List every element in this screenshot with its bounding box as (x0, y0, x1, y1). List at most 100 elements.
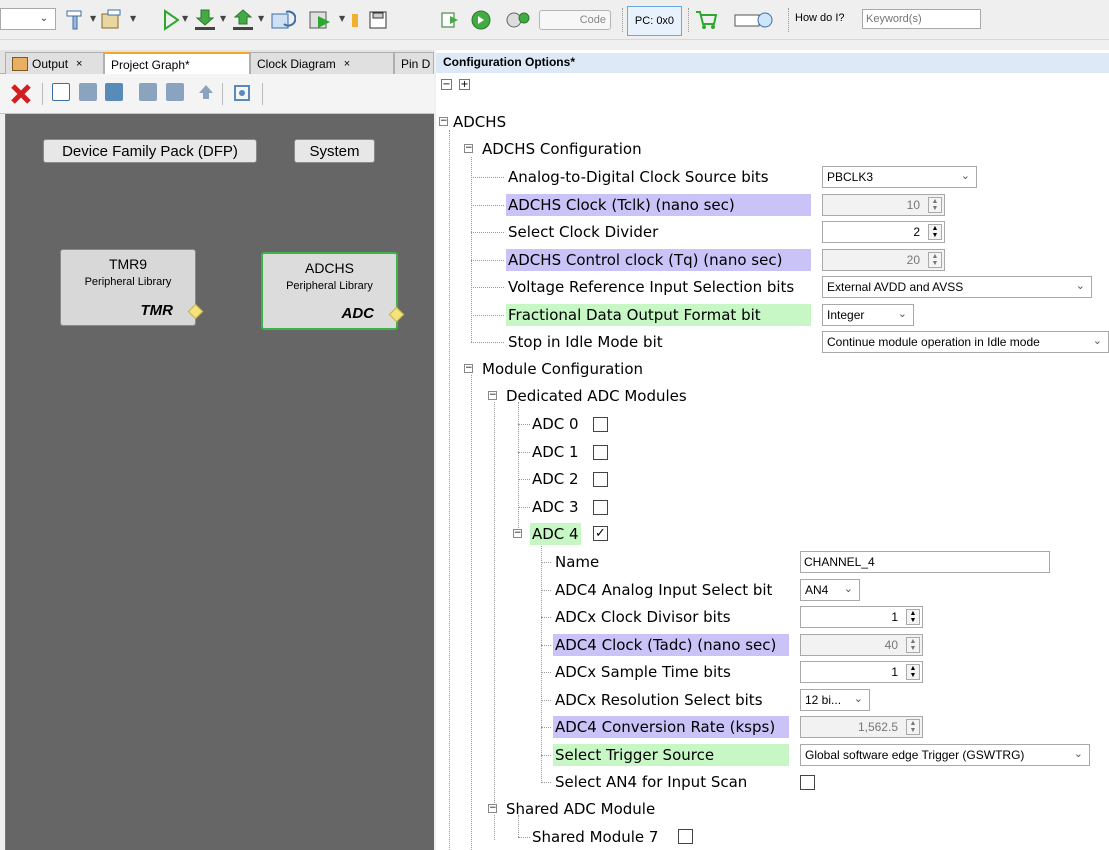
tree-node-module-configuration[interactable]: Module Configuration (482, 358, 643, 380)
program-download-icon[interactable] (193, 8, 217, 32)
spinner-arrows-icon[interactable]: ▲ ▼ (906, 664, 920, 680)
step-into-icon[interactable] (440, 8, 462, 32)
dropdown-arrow-icon[interactable]: ▼ (339, 14, 345, 23)
adc-enable-checkbox[interactable] (593, 417, 608, 432)
expand-all-button[interactable]: + (459, 79, 470, 90)
collapse-toggle[interactable]: − (439, 117, 448, 126)
configuration-combo[interactable]: ⌄ (0, 8, 56, 30)
spinner-arrows-icon[interactable]: ▲ ▼ (928, 196, 942, 213)
tree-node-adc[interactable]: ADC 0 (532, 413, 579, 435)
chip-web-icon[interactable] (733, 8, 773, 32)
ungroup-icon[interactable] (139, 83, 157, 101)
tree-root-adchs[interactable]: ADCHS (453, 111, 506, 133)
connector-pin-icon[interactable] (187, 303, 204, 320)
tree-line (541, 672, 551, 673)
save-icon[interactable] (368, 8, 388, 32)
graph-canvas[interactable]: Device Family Pack (DFP) System TMR9 Per… (5, 114, 434, 850)
collapse-toggle[interactable]: − (513, 529, 522, 538)
spinner-arrows-icon[interactable]: ▲ ▼ (928, 224, 942, 240)
collapse-icon[interactable] (166, 83, 184, 101)
tree-label: ADCHS (453, 113, 507, 131)
build-hammer-icon[interactable] (64, 8, 88, 32)
tree-node-adc[interactable]: ADC 1 (532, 441, 579, 463)
dropdown-arrow-icon[interactable]: ▼ (130, 14, 136, 23)
close-icon[interactable]: × (344, 58, 350, 70)
tree-node-adc4[interactable]: ADC 4 (530, 523, 581, 545)
setting-select[interactable]: PBCLK3 ⌄ (822, 166, 977, 188)
adc-enable-checkbox[interactable] (593, 472, 608, 487)
connector-pin-icon[interactable] (388, 306, 405, 323)
chevron-down-icon: ⌄ (843, 582, 853, 595)
tree-node-adchs-configuration[interactable]: ADCHS Configuration (482, 138, 642, 160)
setting-spinner[interactable]: 10 ▲ ▼ (822, 193, 945, 216)
debug-icon[interactable] (306, 8, 334, 32)
close-icon[interactable]: × (76, 58, 82, 70)
system-button[interactable]: System (294, 139, 375, 163)
spinner-arrows-icon[interactable]: ▲ ▼ (928, 251, 942, 268)
collapse-toggle[interactable]: − (464, 144, 473, 153)
run-icon[interactable] (162, 8, 180, 32)
tab-clock-diagram[interactable]: Clock Diagram × (250, 52, 394, 74)
tab-output[interactable]: Output × (5, 52, 104, 74)
dropdown-arrow-icon[interactable]: ▼ (258, 14, 264, 23)
cart-icon[interactable] (694, 8, 718, 32)
input-scan-checkbox[interactable] (800, 775, 815, 790)
export-icon[interactable] (105, 83, 123, 101)
setting-select[interactable]: External AVDD and AVSS ⌄ (822, 276, 1092, 298)
read-device-icon[interactable] (231, 8, 255, 32)
tree-line (471, 287, 504, 288)
tree-node-adc[interactable]: ADC 3 (532, 496, 579, 518)
setting-select[interactable]: Continue module operation in Idle mode ⌄ (822, 331, 1109, 353)
tree-node-shared-module-7[interactable]: Shared Module 7 (532, 826, 658, 848)
pc-indicator[interactable]: PC: 0x0 (627, 6, 682, 36)
setting-spinner[interactable]: 1 ▲ ▼ (800, 606, 923, 628)
dropdown-arrow-icon[interactable]: ▼ (220, 14, 226, 23)
spinner-value: 1 (891, 665, 898, 679)
dropdown-arrow-icon[interactable]: ▼ (182, 14, 188, 23)
code-generate-button[interactable]: Code (539, 10, 611, 30)
tree-line (541, 644, 551, 646)
setting-select[interactable]: AN4 ⌄ (800, 578, 860, 601)
step-over-icon[interactable] (470, 8, 492, 32)
reset-icon[interactable] (268, 8, 296, 32)
setting-select[interactable]: 12 bi... ⌄ (800, 688, 870, 711)
adc-enable-checkbox[interactable] (593, 499, 608, 515)
setting-spinner[interactable]: 1 ▲ ▼ (800, 661, 923, 683)
collapse-all-button[interactable]: − (441, 79, 452, 90)
collapse-toggle[interactable]: − (464, 364, 473, 373)
setting-select[interactable]: Integer ⌄ (822, 303, 914, 326)
collapse-toggle[interactable]: − (488, 391, 497, 400)
spinner-arrows-icon[interactable]: ▲ ▼ (906, 719, 920, 735)
tree-node-shared-adc-module[interactable]: Shared ADC Module (506, 798, 655, 820)
adchs-node[interactable]: ADCHS Peripheral Library ADC (261, 252, 405, 330)
search-input[interactable] (862, 9, 981, 29)
shared-module-7-checkbox[interactable] (678, 829, 693, 844)
up-arrow-icon[interactable] (197, 83, 215, 101)
adc-enable-checkbox[interactable] (593, 444, 608, 460)
spinner-arrows-icon[interactable]: ▲ ▼ (906, 609, 920, 625)
tree-node-dedicated-adc-modules[interactable]: Dedicated ADC Modules (506, 385, 687, 407)
setting-spinner[interactable]: 1,562.5 ▲ ▼ (800, 716, 923, 738)
tab-pin-diagram[interactable]: Pin D (394, 52, 434, 74)
setting-select[interactable]: Global software edge Trigger (GSWTRG) ⌄ (800, 743, 1090, 766)
tab-project-graph[interactable]: Project Graph* (104, 52, 250, 75)
setting-spinner[interactable]: 2 ▲ ▼ (822, 221, 945, 243)
spinner-arrows-icon[interactable]: ▲ ▼ (906, 636, 920, 653)
pause-icon[interactable] (348, 8, 362, 32)
dfp-button[interactable]: Device Family Pack (DFP) (43, 139, 257, 163)
setting-spinner[interactable]: 20 ▲ ▼ (822, 248, 945, 271)
tmr9-node[interactable]: TMR9 Peripheral Library TMR (60, 249, 204, 326)
fit-view-icon[interactable] (232, 83, 250, 101)
clean-build-icon[interactable] (100, 8, 126, 32)
hardware-tool-icon[interactable] (504, 8, 534, 32)
setting-spinner[interactable]: 40 ▲ ▼ (800, 633, 923, 656)
tree-node-adc[interactable]: ADC 2 (532, 468, 579, 490)
tab-label: Output (32, 56, 69, 71)
adc4-checkbox[interactable]: ✓ (593, 526, 608, 541)
dropdown-arrow-icon[interactable]: ▼ (90, 14, 96, 23)
delete-icon[interactable] (10, 83, 31, 104)
add-component-icon[interactable] (52, 83, 70, 101)
group-icon[interactable] (79, 83, 97, 101)
name-field[interactable]: CHANNEL_4 (800, 551, 1050, 573)
collapse-toggle[interactable]: − (488, 804, 497, 813)
